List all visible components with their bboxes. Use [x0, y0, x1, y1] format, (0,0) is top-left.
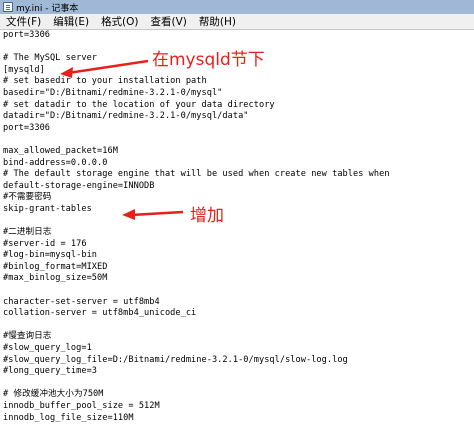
menu-bar: 文件(F) 编辑(E) 格式(O) 查看(V) 帮助(H): [0, 14, 474, 30]
editor-line: # 修改缓冲池大小为750M: [3, 389, 104, 400]
annotation-mysqld-section: 在mysqld节下: [152, 50, 265, 70]
menu-edit[interactable]: 编辑(E): [47, 14, 95, 29]
editor-line: [3, 285, 390, 297]
editor-line: [3, 378, 390, 390]
text-editor-area[interactable]: port=3306 # The MySQL server [mysqld] # set…: [0, 30, 474, 448]
editor-line: # The default storage engine that will b…: [3, 169, 390, 180]
editor-line: port=3306: [3, 30, 51, 40]
editor-text: port=3306 # The MySQL server [mysqld] # set…: [3, 30, 390, 424]
title-bar[interactable]: my.ini - 记事本: [0, 0, 474, 14]
editor-line: bind-address=0.0.0.0: [3, 157, 108, 168]
editor-line: character-set-server = utf8mb4: [3, 296, 160, 307]
editor-line: default-storage-engine=INNODB: [3, 180, 155, 191]
editor-line: #log-bin=mysql-bin: [3, 250, 98, 261]
menu-help[interactable]: 帮助(H): [193, 14, 242, 29]
editor-line: #server-id = 176: [3, 238, 87, 249]
editor-line: #long_query_time=3: [3, 366, 98, 377]
editor-line: # set basedir to your installation path: [3, 76, 207, 87]
editor-line: #slow_query_log=1: [3, 343, 92, 354]
notepad-window: my.ini - 记事本 文件(F) 编辑(E) 格式(O) 查看(V) 帮助(…: [0, 0, 474, 448]
editor-line: [3, 134, 390, 146]
editor-line: datadir="D:/Bitnami/redmine-3.2.1-0/mysq…: [3, 111, 249, 122]
editor-line: #二进制日志: [3, 227, 52, 238]
annotation-add-line: 增加: [190, 206, 224, 226]
notepad-icon: [3, 2, 13, 12]
editor-line: collation-server = utf8mb4_unicode_ci: [3, 308, 197, 319]
editor-line: basedir="D:/Bitnami/redmine-3.2.1-0/mysq…: [3, 87, 223, 98]
editor-line: # set datadir to the location of your da…: [3, 99, 275, 110]
menu-view[interactable]: 查看(V): [145, 14, 193, 29]
window-title: my.ini - 记事本: [16, 3, 79, 14]
editor-line: port=3306: [3, 122, 51, 133]
editor-line: #慢查询日志: [3, 331, 52, 342]
editor-line: innodb_buffer_pool_size = 512M: [3, 401, 160, 411]
editor-line: #slow_query_log_file=D:/Bitnami/redmine-…: [3, 354, 348, 365]
menu-file[interactable]: 文件(F): [0, 14, 47, 29]
editor-line: [3, 320, 390, 332]
editor-line: #binlog_format=MIXED: [3, 261, 108, 272]
editor-line: innodb_log_file_size=110M: [3, 412, 134, 423]
editor-line: #不需要密码: [3, 192, 52, 203]
menu-format[interactable]: 格式(O): [95, 14, 144, 29]
editor-line: #max_binlog_size=50M: [3, 273, 108, 284]
editor-line: max_allowed_packet=16M: [3, 145, 118, 156]
